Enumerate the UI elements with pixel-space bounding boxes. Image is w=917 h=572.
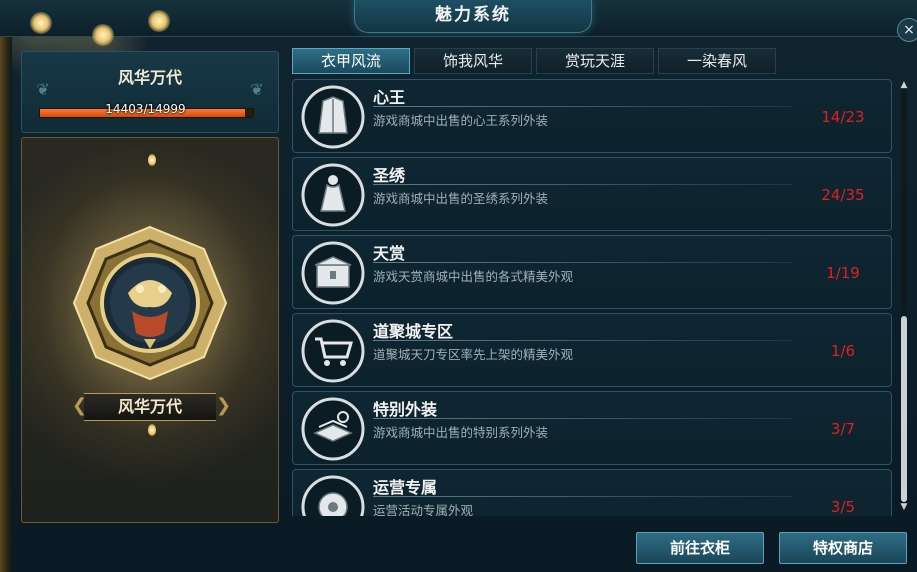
divider xyxy=(373,262,793,263)
list-item[interactable]: 天赏 游戏天赏商城中出售的各式精美外观 1/19 xyxy=(292,235,892,309)
scrollbar-thumb[interactable] xyxy=(901,316,907,502)
dress-icon xyxy=(301,163,365,227)
item-description: 运营活动专属外观 xyxy=(373,503,474,516)
go-to-wardrobe-button[interactable]: 前往衣柜 xyxy=(636,532,764,564)
tab-collectibles[interactable]: 赏玩天涯 xyxy=(536,48,654,74)
item-collection-count: 1/19 xyxy=(826,264,860,282)
item-title: 圣绣 xyxy=(373,166,406,185)
lantern-icon xyxy=(148,10,170,32)
charm-title: 风华万代 xyxy=(117,68,182,87)
folded-clothes-icon xyxy=(301,397,365,461)
item-description: 游戏天赏商城中出售的各式精美外观 xyxy=(373,269,574,284)
cart-icon xyxy=(301,319,365,383)
emblem-name-banner: 风华万代 xyxy=(84,393,216,421)
window-title: 魅力系统 xyxy=(354,0,592,33)
divider xyxy=(373,496,793,497)
list-item[interactable]: 道聚城专区 道聚城天刀专区率先上架的精美外观 1/6 xyxy=(292,313,892,387)
item-description: 游戏商城中出售的圣绣系列外装 xyxy=(373,191,549,206)
spark-icon xyxy=(148,424,156,436)
divider xyxy=(373,184,793,185)
banner-right-ornament-icon: ❯ xyxy=(216,395,232,416)
tab-dye[interactable]: 一染春风 xyxy=(658,48,776,74)
outfit-series-list: 心王 游戏商城中出售的心王系列外装 14/23 圣绣 游戏商城中出售的圣绣系列外… xyxy=(292,76,892,516)
list-item[interactable]: 心王 游戏商城中出售的心王系列外装 14/23 xyxy=(292,79,892,153)
tab-accessories[interactable]: 饰我风华 xyxy=(414,48,532,74)
charm-emblem-panel: ❮ 风华万代 ❯ xyxy=(21,137,279,523)
item-collection-count: 3/7 xyxy=(830,420,856,438)
item-description: 道聚城天刀专区率先上架的精美外观 xyxy=(373,347,574,362)
scroll-down-icon[interactable]: ▼ xyxy=(898,502,910,512)
list-item[interactable]: 运营专属 运营活动专属外观 3/5 xyxy=(292,469,892,516)
item-description: 游戏商城中出售的心王系列外装 xyxy=(373,113,549,128)
charm-progress-text: 14403/14999 xyxy=(105,102,186,116)
item-collection-count: 24/35 xyxy=(821,186,865,204)
item-description: 游戏商城中出售的特别系列外装 xyxy=(373,425,549,440)
game-scene-edge xyxy=(0,0,12,572)
gift-icon xyxy=(301,475,365,516)
divider xyxy=(373,340,793,341)
item-title: 天赏 xyxy=(373,244,406,263)
scroll-up-icon[interactable]: ▲ xyxy=(898,80,910,90)
ornament-icon: ❦ xyxy=(250,80,264,99)
item-title: 心王 xyxy=(373,88,406,107)
charm-level-panel: 风华万代 ❦ ❦ 14403/14999 xyxy=(21,51,279,133)
lantern-icon xyxy=(30,12,52,34)
lantern-icon xyxy=(92,24,114,46)
item-title: 运营专属 xyxy=(373,478,438,497)
ornament-icon: ❦ xyxy=(36,80,50,99)
privilege-shop-button[interactable]: 特权商店 xyxy=(779,532,907,564)
divider xyxy=(373,106,793,107)
item-title: 道聚城专区 xyxy=(373,322,454,341)
close-button[interactable]: × xyxy=(897,18,917,42)
charm-emblem-icon xyxy=(72,225,228,381)
chest-icon xyxy=(301,241,365,305)
robe-icon xyxy=(301,85,365,149)
divider xyxy=(373,418,793,419)
item-collection-count: 1/6 xyxy=(830,342,856,360)
item-title: 特别外装 xyxy=(373,400,438,419)
tab-armor-style[interactable]: 衣甲风流 xyxy=(292,48,410,74)
spark-icon xyxy=(148,154,156,166)
list-item[interactable]: 圣绣 游戏商城中出售的圣绣系列外装 24/35 xyxy=(292,157,892,231)
item-collection-count: 3/5 xyxy=(830,498,856,516)
list-item[interactable]: 特别外装 游戏商城中出售的特别系列外装 3/7 xyxy=(292,391,892,465)
item-collection-count: 14/23 xyxy=(821,108,865,126)
